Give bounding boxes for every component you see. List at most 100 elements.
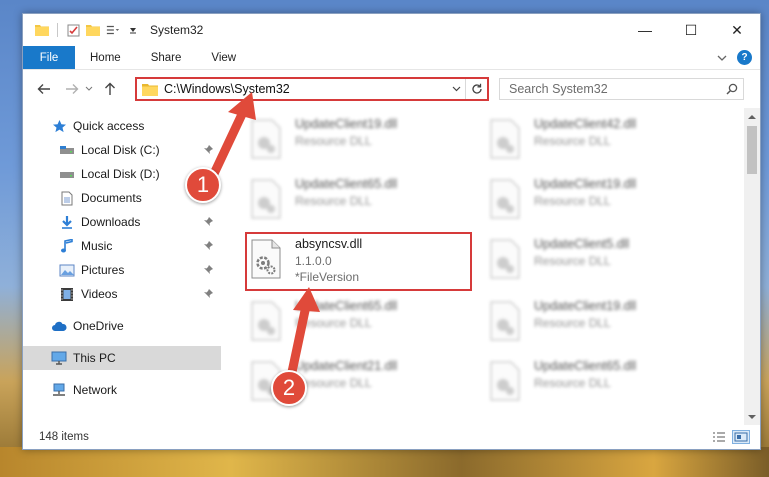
file-type: Resource DLL — [534, 134, 611, 148]
details-view-button[interactable] — [710, 430, 728, 444]
forward-button[interactable] — [61, 78, 83, 100]
scroll-up-button[interactable] — [744, 108, 760, 124]
sidebar-item-label: OneDrive — [73, 319, 124, 333]
search-icon[interactable] — [721, 83, 743, 95]
sidebar-item-network[interactable]: Network — [23, 378, 221, 402]
dll-file-icon — [247, 298, 285, 344]
sidebar-item-music[interactable]: Music — [23, 234, 221, 258]
sidebar-item-label: Documents — [81, 191, 142, 205]
file-type: Resource DLL — [295, 376, 372, 390]
file-name: UpdateClient65.dll — [295, 299, 398, 313]
list-item[interactable]: UpdateClient42.dll Resource DLL — [486, 112, 712, 168]
help-icon[interactable]: ? — [737, 50, 752, 65]
list-item[interactable]: UpdateClient19.dll Resource DLL — [247, 112, 473, 168]
scroll-thumb[interactable] — [747, 126, 757, 174]
tiles-view-icon — [734, 432, 748, 442]
sidebar-item-label: Pictures — [81, 263, 125, 277]
arrow-up-icon — [105, 82, 115, 95]
dll-file-icon — [486, 236, 524, 282]
list-item[interactable]: UpdateClient65.dll Resource DLL — [486, 354, 712, 410]
maximize-button[interactable]: ☐ — [668, 14, 714, 46]
file-name: UpdateClient19.dll — [295, 117, 398, 131]
file-name: UpdateClient65.dll — [534, 359, 637, 373]
minimize-button[interactable]: — — [622, 14, 668, 46]
star-icon — [51, 118, 67, 134]
recent-locations-button[interactable] — [83, 78, 95, 100]
list-item[interactable]: UpdateClient19.dll Resource DLL — [486, 172, 712, 228]
customize-toolbar-icon[interactable] — [106, 23, 120, 37]
chevron-down-icon — [85, 86, 93, 91]
address-dropdown-button[interactable] — [447, 86, 465, 92]
pin-icon[interactable] — [203, 216, 215, 228]
vertical-scrollbar[interactable] — [744, 108, 760, 425]
sidebar-item-downloads[interactable]: Downloads — [23, 210, 221, 234]
sidebar-item-label: Quick access — [73, 119, 145, 133]
address-path[interactable]: C:\Windows\System32 — [164, 82, 447, 96]
file-type: Resource DLL — [534, 254, 611, 268]
refresh-button[interactable] — [465, 79, 487, 99]
sidebar-item-videos[interactable]: Videos — [23, 282, 221, 306]
refresh-icon — [471, 83, 482, 94]
file-name: UpdateClient19.dll — [534, 299, 637, 313]
list-item[interactable]: UpdateClient65.dll Resource DLL — [247, 294, 473, 350]
pictures-icon — [59, 262, 75, 278]
title-bar: System32 — ☐ ✕ — [23, 14, 760, 46]
desktop-wallpaper — [0, 447, 769, 477]
pin-icon[interactable] — [203, 144, 215, 156]
status-bar: 148 items — [23, 425, 760, 449]
up-button[interactable] — [99, 78, 121, 100]
search-box[interactable]: Search System32 — [499, 78, 744, 100]
tab-home[interactable]: Home — [75, 46, 136, 69]
dll-file-icon — [247, 116, 285, 162]
list-item[interactable]: UpdateClient65.dll Resource DLL — [247, 172, 473, 228]
sidebar-item-label: Local Disk (C:) — [81, 143, 160, 157]
window-controls: — ☐ ✕ — [622, 14, 760, 46]
sidebar-item-quick-access[interactable]: Quick access — [23, 114, 221, 138]
computer-icon — [51, 350, 67, 366]
pin-icon[interactable] — [203, 264, 215, 276]
address-bar[interactable]: C:\Windows\System32 — [135, 77, 489, 101]
quick-access-toolbar — [23, 23, 140, 37]
list-item[interactable]: UpdateClient5.dll Resource DLL — [486, 232, 712, 288]
close-button[interactable]: ✕ — [714, 14, 760, 46]
navigation-bar: C:\Windows\System32 Search System32 — [23, 70, 760, 108]
sidebar-item-label: Videos — [81, 287, 118, 301]
pin-icon[interactable] — [203, 288, 215, 300]
folder-icon[interactable] — [35, 23, 49, 37]
drive-icon — [59, 142, 75, 158]
chevron-down-icon[interactable] — [126, 23, 140, 37]
tab-view[interactable]: View — [196, 46, 251, 69]
properties-icon[interactable] — [66, 23, 80, 37]
pin-icon[interactable] — [203, 240, 215, 252]
tab-share[interactable]: Share — [136, 46, 197, 69]
scroll-down-button[interactable] — [744, 409, 760, 425]
sidebar-item-pictures[interactable]: Pictures — [23, 258, 221, 282]
cloud-icon — [51, 318, 67, 334]
list-item[interactable]: UpdateClient19.dll Resource DLL — [486, 294, 712, 350]
expand-ribbon-icon[interactable] — [717, 51, 727, 65]
file-explorer-window: System32 — ☐ ✕ File Home Share View ? C:… — [22, 13, 761, 450]
content-area: Quick access Local Disk (C:) Local Disk … — [23, 108, 760, 425]
sidebar-item-onedrive[interactable]: OneDrive — [23, 314, 221, 338]
sidebar-item-label: Local Disk (D:) — [81, 167, 160, 181]
file-type: Resource DLL — [534, 194, 611, 208]
file-type: Resource DLL — [534, 376, 611, 390]
dll-file-icon — [486, 358, 524, 404]
search-input[interactable]: Search System32 — [509, 82, 721, 96]
file-type: Resource DLL — [534, 316, 611, 330]
step-badge-1: 1 — [185, 167, 221, 203]
arrow-left-icon — [37, 84, 50, 94]
sidebar-item-this-pc[interactable]: This PC — [23, 346, 221, 370]
tab-file[interactable]: File — [23, 46, 75, 69]
documents-icon — [59, 190, 75, 206]
details-view-icon — [713, 432, 725, 442]
sidebar-item-local-disk-c[interactable]: Local Disk (C:) — [23, 138, 221, 162]
large-icons-view-button[interactable] — [732, 430, 750, 444]
back-button[interactable] — [33, 78, 55, 100]
arrow-right-icon — [66, 84, 79, 94]
videos-icon — [59, 286, 75, 302]
file-type: Resource DLL — [295, 134, 372, 148]
new-folder-icon[interactable] — [86, 23, 100, 37]
